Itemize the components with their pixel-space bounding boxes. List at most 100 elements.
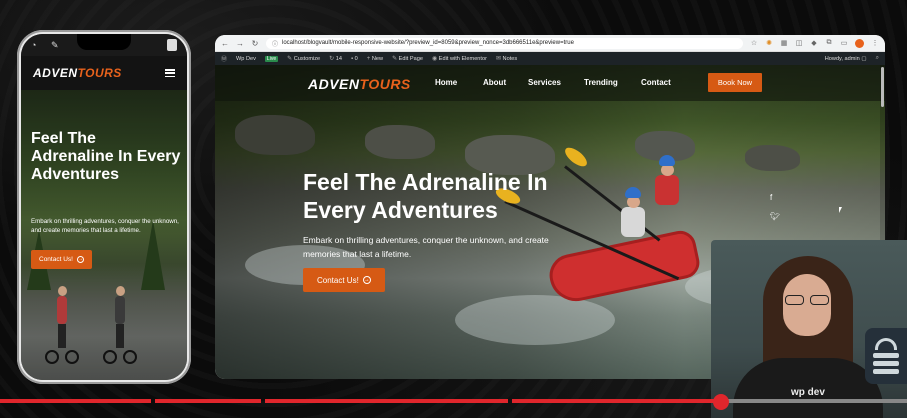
menu-services[interactable]: Services xyxy=(528,78,561,87)
scrollbar-thumb[interactable] xyxy=(881,67,884,107)
phone-notch xyxy=(77,34,131,50)
presenter-face xyxy=(783,274,831,336)
wp-customize-label: Customize xyxy=(293,56,321,62)
puzzle-icon[interactable]: ⧉ xyxy=(825,39,833,47)
rock-shape xyxy=(365,125,435,159)
address-bar[interactable]: ⓘ localhost/blogvault/mobile-responsive-… xyxy=(266,37,743,49)
wp-site-link[interactable]: Wp Dev xyxy=(236,56,256,62)
brush-icon: ✎ xyxy=(287,56,293,62)
book-now-button[interactable]: Book Now xyxy=(708,73,762,92)
wp-new-label: New xyxy=(371,55,384,62)
phone-hero-title: Feel The Adrenaline In Every Adventures xyxy=(31,130,181,183)
facebook-icon[interactable]: f xyxy=(770,193,780,202)
progress-segment xyxy=(0,399,151,403)
profile-avatar[interactable] xyxy=(855,38,864,48)
presenter-webcam: wp dev xyxy=(711,240,907,418)
progress-segment xyxy=(155,399,261,403)
cyclist-figure xyxy=(45,286,79,364)
notes-icon: ✉ xyxy=(495,56,501,62)
pencil-icon: ✎ xyxy=(51,40,59,50)
logo-part-adven: ADVEN xyxy=(33,66,78,80)
back-icon[interactable]: ← xyxy=(221,39,229,48)
water-splash xyxy=(455,295,615,345)
menu-contact[interactable]: Contact xyxy=(641,78,671,87)
twitter-icon[interactable]: 🐦︎ xyxy=(770,212,780,221)
mouse-cursor xyxy=(839,207,842,213)
wp-notes-label: Notes xyxy=(502,56,518,62)
arrow-right-circle-icon: → xyxy=(76,256,84,263)
menu-dots-icon[interactable]: ⋮ xyxy=(871,39,879,47)
logo-part-tours: TOURS xyxy=(77,66,122,80)
updates-icon: ↻ xyxy=(329,56,335,62)
browser-toolbar: ← → ↻ ⓘ localhost/blogvault/mobile-respo… xyxy=(215,35,885,52)
wp-new-link[interactable]: + New xyxy=(367,56,383,62)
hero-title: Feel The Adrenaline In Every Adventures xyxy=(303,169,548,223)
extension-icon[interactable]: ✺ xyxy=(765,39,773,47)
rock-shape xyxy=(235,115,315,155)
comment-icon: ▪ xyxy=(350,55,354,62)
video-progress-bar[interactable] xyxy=(0,399,907,403)
lock-logo-icon xyxy=(865,328,907,384)
sidebar-icon[interactable]: ▭ xyxy=(840,39,848,47)
contact-button-label: Contact Us! xyxy=(317,275,359,285)
live-badge: Live xyxy=(264,55,279,62)
elementor-icon: ◉ xyxy=(431,56,438,62)
shirt-text: wp dev xyxy=(791,387,825,398)
wp-edit-page-label: Edit Page xyxy=(398,56,423,62)
phone-screen: ◔ ✎ ADVENTOURS Feel The Adrenaline In Ev… xyxy=(21,34,187,380)
extension-icon[interactable]: ▦ xyxy=(780,39,788,47)
playhead-handle[interactable] xyxy=(713,394,729,410)
site-header: ADVENTOURS Home About Services Trending … xyxy=(215,65,885,101)
wordpress-admin-bar: Ⓦ Wp Dev Live ✎ Customize ↻ 14 ▪ 0 + New… xyxy=(215,52,885,65)
remaining-segment xyxy=(723,399,907,403)
extension-icon[interactable]: ◆ xyxy=(810,39,818,47)
raft-shape xyxy=(545,227,703,307)
wp-customize-link[interactable]: ✎ Customize xyxy=(287,55,320,62)
hero-text: Embark on thrilling adventures, conquer … xyxy=(303,235,549,259)
site-logo[interactable]: ADVENTOURS xyxy=(308,76,411,92)
phone-hero-text: Embark on thrilling adventures, conquer … xyxy=(31,218,179,234)
wp-site-label: Wp Dev xyxy=(236,55,256,62)
plus-icon: + xyxy=(366,55,371,62)
phone-contact-label: Contact Us! xyxy=(39,256,73,263)
site-info-icon[interactable]: ⓘ xyxy=(272,39,278,48)
wp-edit-page-link[interactable]: ✎ Edit Page xyxy=(392,55,423,62)
contact-button[interactable]: Contact Us! → xyxy=(303,268,385,292)
pencil-icon: ✎ xyxy=(392,56,398,62)
reload-icon[interactable]: ↻ xyxy=(251,39,259,48)
gauge-icon: ◔ xyxy=(31,40,37,50)
wp-comments-link[interactable]: ▪ 0 xyxy=(351,56,358,62)
wp-comments-count: 0 xyxy=(354,55,358,62)
rock-shape xyxy=(745,145,800,171)
phone-mockup: ◔ ✎ ADVENTOURS Feel The Adrenaline In Ev… xyxy=(17,30,191,384)
phone-contact-button[interactable]: Contact Us! → xyxy=(31,250,92,269)
cyclist-figure xyxy=(103,286,137,364)
wp-updates-link[interactable]: ↻ 14 xyxy=(329,55,342,62)
phone-site-header: ADVENTOURS xyxy=(21,56,187,90)
menu-trending[interactable]: Trending xyxy=(584,78,618,87)
wp-updates-count: 14 xyxy=(335,56,342,62)
menu-home[interactable]: Home xyxy=(435,78,457,87)
logo-part-tours: TOURS xyxy=(359,76,411,92)
glasses-shape xyxy=(783,295,831,305)
social-links: f 🐦︎ xyxy=(770,193,780,221)
wp-howdy[interactable]: Howdy, admin ▢ xyxy=(825,56,867,62)
extension-icon[interactable]: ◫ xyxy=(795,39,803,47)
phone-logo[interactable]: ADVENTOURS xyxy=(33,66,122,80)
arrow-right-circle-icon: → xyxy=(362,276,371,284)
wordpress-icon[interactable]: Ⓦ xyxy=(221,54,227,63)
progress-segment xyxy=(512,399,719,403)
wp-elementor-link[interactable]: ◉ Edit with Elementor xyxy=(432,55,487,62)
progress-segment xyxy=(265,399,508,403)
search-icon[interactable]: ⌕ xyxy=(876,55,879,62)
wp-elementor-label: Edit with Elementor xyxy=(438,56,487,62)
hamburger-menu-icon[interactable] xyxy=(165,69,175,77)
battery-icon xyxy=(167,39,177,51)
url-text: localhost/blogvault/mobile-responsive-we… xyxy=(282,40,574,46)
menu-about[interactable]: About xyxy=(483,78,506,87)
phone-hero: Feel The Adrenaline In Every Adventures … xyxy=(21,90,187,380)
wp-howdy-label: Howdy, admin xyxy=(824,55,860,62)
wp-notes-link[interactable]: ✉ Notes xyxy=(496,55,517,62)
bookmark-star-icon[interactable]: ☆ xyxy=(750,39,758,47)
forward-icon[interactable]: → xyxy=(236,39,244,48)
